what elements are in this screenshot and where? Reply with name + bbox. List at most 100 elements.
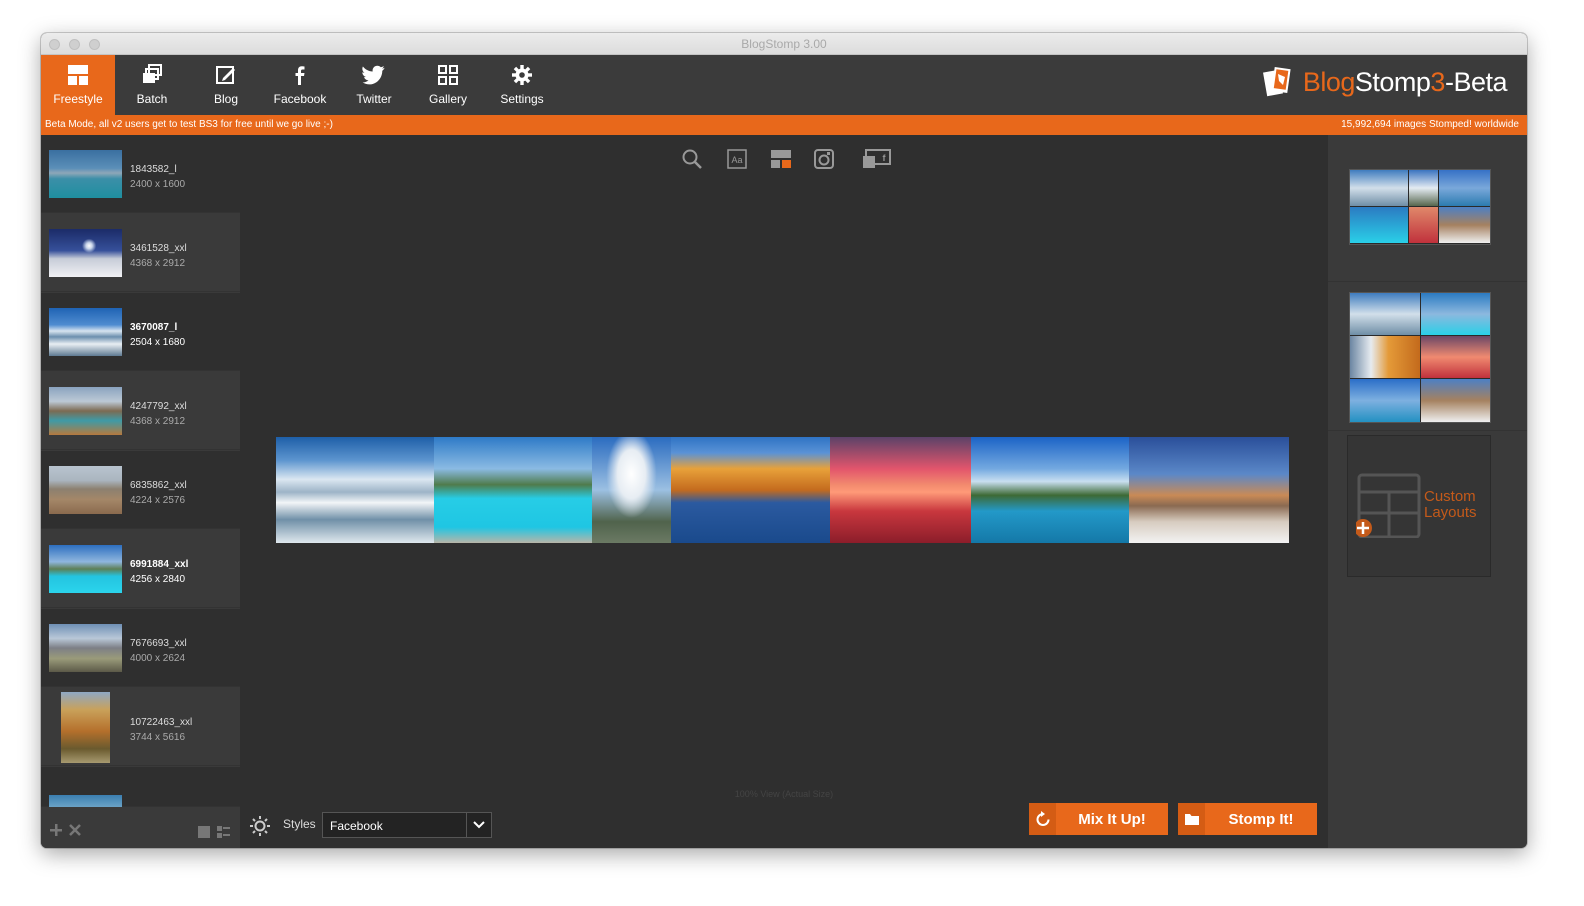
tab-gallery-label: Gallery	[428, 92, 467, 106]
svg-text:f: f	[883, 153, 887, 163]
instagram-icon[interactable]	[811, 147, 837, 171]
canvas-area: Aa f 100% View (Actual Size) Styles Face	[240, 135, 1328, 848]
image-thumbnail	[49, 229, 122, 277]
image-thumbnail	[61, 692, 110, 763]
facebook-icon	[263, 64, 337, 86]
zoom-search-icon[interactable]	[679, 147, 705, 171]
facebook-preview-icon[interactable]: f	[861, 147, 893, 171]
blog-edit-icon	[189, 64, 263, 86]
preview-image	[830, 437, 971, 543]
beta-banner: Beta Mode, all v2 users get to test BS3 …	[41, 115, 1527, 135]
image-name: 4247792_xxl	[130, 401, 187, 412]
beta-message: Beta Mode, all v2 users get to test BS3 …	[45, 119, 333, 130]
custom-layouts-button[interactable]: Custom Layouts	[1347, 435, 1491, 577]
preview-image	[671, 437, 830, 543]
image-dimensions: 2400 x 1600	[130, 179, 186, 190]
image-list-sidebar: 1843582_l 2400 x 1600 3461528_xxl 4368 x…	[41, 135, 240, 848]
tab-batch-label: Batch	[136, 92, 168, 106]
brightness-icon[interactable]	[249, 815, 271, 837]
folder-icon	[1178, 803, 1205, 835]
image-name: 3670087_l	[130, 322, 178, 333]
twitter-bird-icon	[337, 64, 411, 86]
image-list-item[interactable]: 6835862_xxl 4224 x 2576	[41, 451, 240, 529]
image-list-item[interactable]	[41, 767, 240, 807]
large-thumbnails-icon[interactable]	[198, 826, 210, 838]
stomp-counter: 15,992,694 images Stomped! worldwide	[1341, 119, 1519, 130]
tab-twitter[interactable]: Twitter	[337, 55, 411, 115]
image-thumbnail	[49, 624, 122, 672]
custom-layout-icon	[1356, 473, 1421, 538]
tab-freestyle[interactable]: Freestyle	[41, 55, 115, 115]
image-thumbnail	[49, 387, 122, 435]
logo-text-stomp: Stomp	[1354, 66, 1431, 97]
preview-image	[276, 437, 434, 543]
logo-text-version: 3	[1430, 66, 1445, 97]
preview-image	[592, 437, 671, 543]
app-window: BlogStomp 3.00 Freestyle Batch Blog Face…	[41, 33, 1527, 848]
custom-layouts-label: Custom Layouts	[1424, 488, 1477, 521]
preview-image	[971, 437, 1129, 543]
text-overlay-icon[interactable]: Aa	[724, 147, 750, 171]
refresh-icon	[1029, 803, 1056, 835]
tab-blog[interactable]: Blog	[189, 55, 263, 115]
image-dimensions: 4224 x 2576	[130, 495, 186, 506]
mix-it-up-button[interactable]: Mix It Up!	[1029, 803, 1168, 835]
image-dimensions: 3744 x 5616	[130, 732, 186, 743]
image-name: 6991884_xxl	[130, 559, 189, 570]
image-thumbnail	[49, 545, 122, 593]
image-name: 10722463_xxl	[130, 717, 193, 728]
title-bar: BlogStomp 3.00	[41, 33, 1527, 55]
remove-image-icon[interactable]	[69, 824, 81, 836]
stomp-logo-icon	[1262, 67, 1291, 97]
layout-option	[1328, 135, 1527, 282]
tab-settings[interactable]: Settings	[485, 55, 559, 115]
mix-it-up-label: Mix It Up!	[1078, 811, 1146, 828]
batch-stack-icon	[115, 64, 189, 86]
tab-facebook[interactable]: Facebook	[263, 55, 337, 115]
image-list-item[interactable]: 7676693_xxl 4000 x 2624	[41, 609, 240, 687]
image-name: 3461528_xxl	[130, 243, 187, 254]
image-name: 7676693_xxl	[130, 638, 187, 649]
image-list-item[interactable]: 3670087_l 2504 x 1680	[41, 293, 240, 371]
image-thumbnail	[49, 466, 122, 514]
tab-gallery[interactable]: Gallery	[411, 55, 485, 115]
image-name: 1843582_l	[130, 164, 177, 175]
layout-toggle-icon[interactable]	[768, 147, 794, 171]
svg-text:Aa: Aa	[731, 155, 742, 165]
image-thumbnail	[49, 795, 122, 807]
gear-icon	[485, 64, 559, 86]
chevron-down-icon	[466, 813, 491, 837]
preview-image	[1129, 437, 1289, 543]
image-dimensions: 4000 x 2624	[130, 653, 186, 664]
image-list-item[interactable]: 3461528_xxl 4368 x 2912	[41, 214, 240, 292]
stomp-it-button[interactable]: Stomp It!	[1178, 803, 1317, 835]
preview-image	[434, 437, 592, 543]
gallery-grid-icon	[411, 64, 485, 86]
app-logo: Blog Stomp 3 -Beta	[1262, 66, 1508, 97]
image-list-item[interactable]: 10722463_xxl 3744 x 5616	[41, 688, 240, 766]
tab-batch[interactable]: Batch	[115, 55, 189, 115]
view-size-hint: 100% View (Actual Size)	[734, 789, 834, 799]
tab-settings-label: Settings	[500, 92, 544, 106]
tab-twitter-label: Twitter	[356, 92, 392, 106]
image-dimensions: 2504 x 1680	[130, 337, 186, 348]
sidebar-footer	[41, 808, 240, 848]
add-image-icon[interactable]	[50, 824, 62, 836]
stomp-it-label: Stomp It!	[1228, 811, 1294, 828]
image-thumbnail	[49, 150, 122, 198]
layout-thumbnail[interactable]	[1349, 292, 1491, 423]
window-title: BlogStomp 3.00	[741, 37, 827, 51]
list-view-icon[interactable]	[217, 826, 230, 838]
image-list-item[interactable]: 4247792_xxl 4368 x 2912	[41, 372, 240, 450]
logo-text-blog: Blog	[1302, 66, 1356, 97]
styles-dropdown[interactable]: Facebook	[322, 812, 492, 838]
tab-facebook-label: Facebook	[273, 92, 327, 106]
image-list-item[interactable]: 1843582_l 2400 x 1600	[41, 135, 240, 213]
freestyle-layout-icon	[41, 64, 115, 86]
styles-dropdown-value: Facebook	[330, 819, 383, 833]
image-dimensions: 4256 x 2840	[130, 574, 186, 585]
image-preview-strip[interactable]	[276, 437, 1289, 543]
layout-thumbnail[interactable]	[1349, 169, 1491, 245]
image-list-item[interactable]: 6991884_xxl 4256 x 2840	[41, 530, 240, 608]
image-dimensions: 4368 x 2912	[130, 416, 186, 427]
